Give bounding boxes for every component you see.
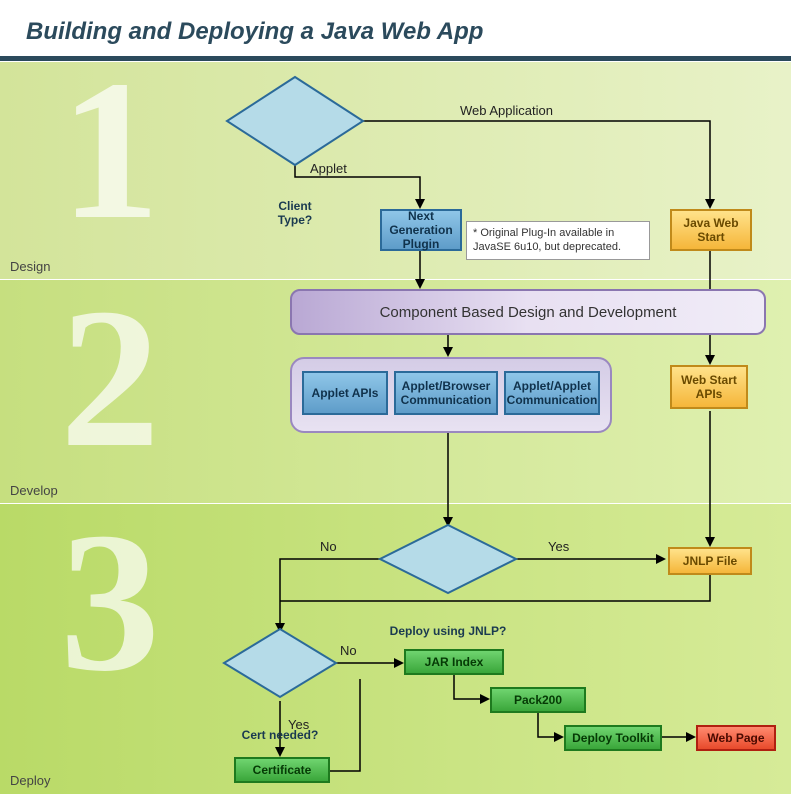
decision-client-type: Client Type? (225, 75, 365, 167)
node-jnlp-file: JNLP File (668, 547, 752, 575)
node-jar-index: JAR Index (404, 649, 504, 675)
phase-label-design: Design (10, 259, 50, 274)
big-number-2: 2 (60, 279, 160, 479)
node-deploy-toolkit: Deploy Toolkit (564, 725, 662, 751)
phase-label-develop: Develop (10, 483, 58, 498)
big-number-1: 1 (60, 51, 160, 251)
node-applet-applet: Applet/Applet Communication (504, 371, 600, 415)
deprecation-note: * Original Plug-In available in JavaSE 6… (466, 221, 650, 260)
node-web-page: Web Page (696, 725, 776, 751)
node-certificate: Certificate (234, 757, 330, 783)
phase-label-deploy: Deploy (10, 773, 50, 788)
decision-cert-needed: Cert needed? (222, 627, 338, 699)
node-pack200: Pack200 (490, 687, 586, 713)
node-web-start-apis: Web Start APIs (670, 365, 748, 409)
decision-client-type-label: Client Type? (225, 167, 365, 259)
decision-deploy-jnlp: Deploy using JNLP? (378, 523, 518, 595)
node-applet-browser: Applet/Browser Communication (394, 371, 498, 415)
edge-jnlp-no: No (320, 539, 337, 554)
node-component-design: Component Based Design and Development (290, 289, 766, 335)
node-next-gen-plugin: Next Generation Plugin (380, 209, 462, 251)
diagram-canvas: 1 2 3 Design Develop Deploy (0, 61, 791, 793)
edge-cert-no: No (340, 643, 357, 658)
edge-web-application: Web Application (460, 103, 553, 118)
edge-cert-yes: Yes (288, 717, 309, 732)
big-number-3: 3 (60, 503, 160, 703)
node-applet-apis: Applet APIs (302, 371, 388, 415)
edge-jnlp-yes: Yes (548, 539, 569, 554)
edge-applet: Applet (310, 161, 347, 176)
node-java-web-start: Java Web Start (670, 209, 752, 251)
